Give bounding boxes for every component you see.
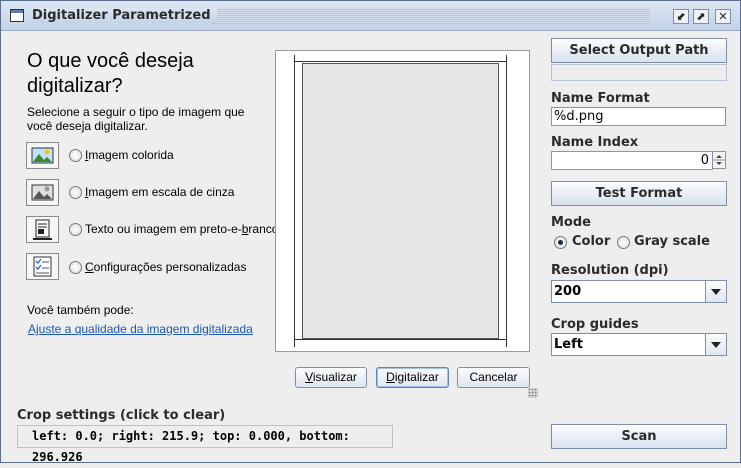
option-custom-settings-label[interactable]: Configurações personalizadas	[85, 260, 246, 274]
option-text-bw-label[interactable]: Texto ou imagem em preto-e-branco	[85, 222, 278, 236]
name-index-input[interactable]: 0	[551, 151, 713, 170]
resolution-value: 200	[554, 284, 582, 299]
crop-guide-top	[294, 61, 507, 62]
radio-custom-settings[interactable]	[69, 261, 82, 274]
grayscale-picture-icon	[26, 179, 59, 206]
window-title: Digitalizer Parametrized	[32, 8, 217, 23]
scan-instruction: Selecione a seguir o tipo de imagem que …	[27, 105, 245, 133]
scan-heading: O que você deseja digitalizar?	[27, 50, 194, 97]
text-document-icon	[26, 216, 59, 243]
option-grayscale-image-label[interactable]: Imagem em escala de cinza	[85, 185, 234, 199]
chevron-down-icon[interactable]	[705, 281, 726, 302]
preview-button[interactable]: Visualizar	[295, 367, 367, 388]
spinner-arrows-icon[interactable]	[713, 152, 725, 168]
radio-text-bw[interactable]	[69, 223, 82, 236]
resolution-label: Resolution (dpi)	[551, 263, 669, 278]
option-color-image-label[interactable]: Imagem colorida	[85, 148, 174, 162]
resolution-select[interactable]: 200	[551, 280, 727, 303]
window-icon	[10, 9, 24, 22]
digitalizer-window: Digitalizer Parametrized ⬋ ⬈ ✕ O que voc…	[0, 0, 741, 464]
color-picture-icon	[26, 142, 59, 169]
cancel-button[interactable]: Cancelar	[457, 367, 530, 388]
custom-settings-icon	[26, 253, 59, 280]
mode-color-label[interactable]: Color	[572, 234, 610, 249]
name-format-label: Name Format	[551, 91, 650, 106]
also-can-label: Você também pode:	[27, 303, 134, 317]
name-format-input[interactable]: %d.png	[551, 107, 726, 126]
scan-button[interactable]: Scan	[551, 424, 727, 449]
close-icon[interactable]: ✕	[715, 9, 731, 24]
radio-mode-color[interactable]	[554, 236, 567, 249]
crop-guide-right	[506, 55, 507, 347]
radio-color-image[interactable]	[69, 149, 82, 162]
crop-guide-left	[294, 55, 295, 347]
minimize-icon[interactable]: ⬋	[673, 9, 689, 24]
select-output-path-button[interactable]: Select Output Path	[551, 38, 727, 63]
crop-guides-label: Crop guides	[551, 317, 639, 332]
crop-guides-value: Left	[554, 337, 583, 352]
crop-settings-value[interactable]: left: 0.0; right: 215.9; top: 0.000, bot…	[17, 425, 393, 464]
name-index-spinner[interactable]	[712, 151, 726, 169]
maximize-icon[interactable]: ⬈	[693, 9, 709, 24]
mode-grayscale-label[interactable]: Gray scale	[634, 234, 710, 249]
radio-grayscale-image[interactable]	[69, 186, 82, 199]
mode-label: Mode	[551, 215, 591, 230]
crop-settings-label[interactable]: Crop settings (click to clear)	[17, 408, 225, 423]
crop-guide-bottom	[294, 339, 507, 340]
crop-guides-select[interactable]: Left	[551, 333, 727, 356]
radio-mode-grayscale[interactable]	[617, 236, 630, 249]
scan-preview-area[interactable]	[275, 50, 530, 352]
resize-grip-icon[interactable]	[528, 388, 538, 398]
title-bar[interactable]: Digitalizer Parametrized ⬋ ⬈ ✕	[1, 1, 740, 31]
output-path-field[interactable]	[551, 64, 727, 81]
page-preview	[302, 63, 499, 339]
digitalize-button[interactable]: Digitalizar	[376, 367, 449, 388]
adjust-quality-link[interactable]: Ajuste a qualidade da imagem digitalizad…	[28, 322, 253, 336]
title-bar-stripes	[211, 8, 650, 24]
name-index-label: Name Index	[551, 135, 639, 150]
chevron-down-icon[interactable]	[705, 334, 726, 355]
test-format-button[interactable]: Test Format	[551, 181, 727, 206]
